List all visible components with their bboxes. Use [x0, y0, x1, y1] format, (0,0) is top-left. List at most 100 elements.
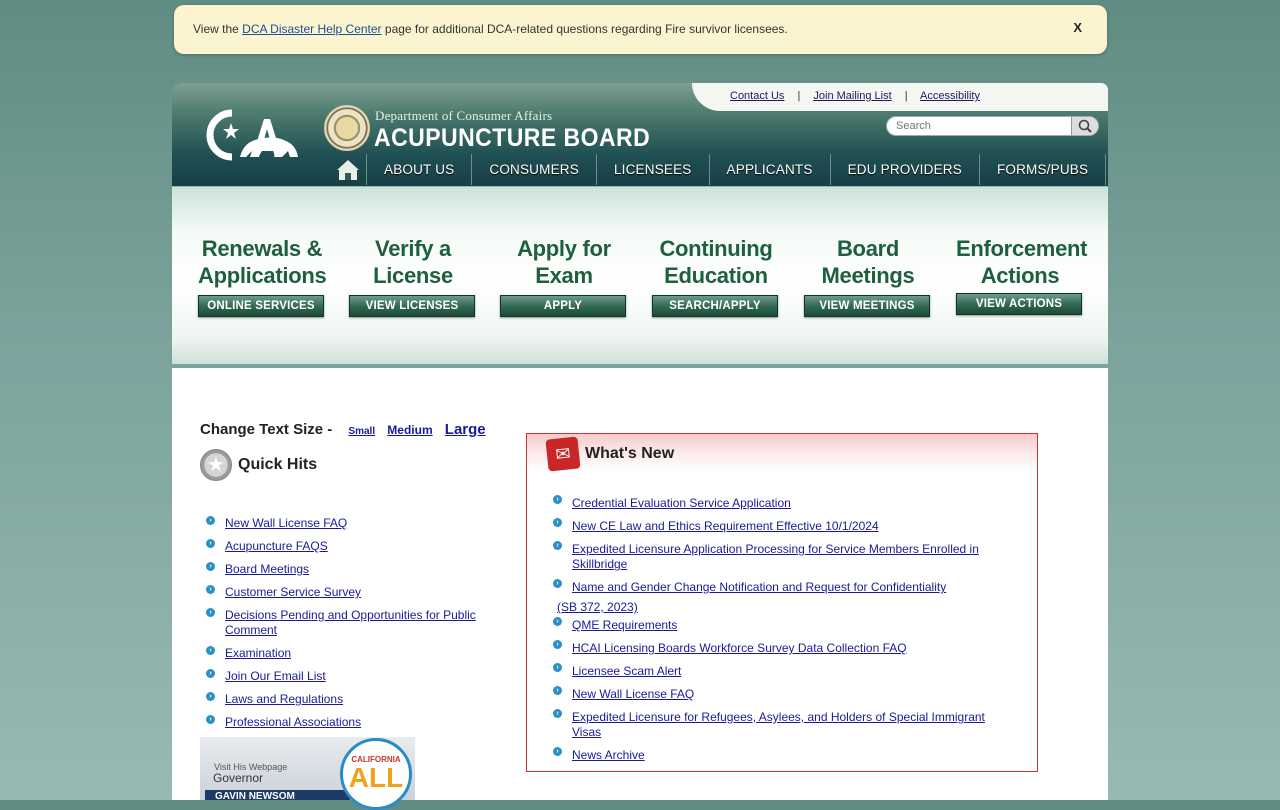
search-icon [1078, 119, 1092, 133]
tile-line2: Education [664, 263, 768, 288]
governor-name: GAVIN NEWSOM [205, 790, 350, 800]
tile-line1: Apply for [517, 236, 611, 261]
view-actions-button[interactable]: VIEW ACTIONS [956, 293, 1082, 315]
chevron-right-icon: › [206, 646, 215, 655]
contact-us-link[interactable]: Contact Us [730, 90, 784, 102]
news-link[interactable]: News Archive [572, 748, 645, 762]
governor-label: Governor [213, 771, 264, 785]
quick-hit-link[interactable]: Join Our Email List [225, 669, 326, 683]
text-size-large-link[interactable]: Large [445, 421, 486, 438]
main-nav: ABOUT US CONSUMERS LICENSEES APPLICANTS … [322, 154, 1107, 185]
list-item: › News Archive [553, 747, 1017, 763]
tile-verify-license[interactable]: Verify a License VIEW LICENSES [349, 235, 477, 317]
search-apply-button[interactable]: SEARCH/APPLY [652, 295, 778, 317]
quick-hit-link[interactable]: Acupuncture FAQS [225, 539, 328, 553]
tile-continuing-education[interactable]: Continuing Education SEARCH/APPLY [652, 235, 780, 317]
text-size-label: Change Text Size - [200, 421, 333, 438]
nav-applicants[interactable]: APPLICANTS [710, 154, 831, 185]
tile-line2: Applications [198, 263, 327, 288]
whats-new-title: What's New [585, 445, 675, 462]
text-size-medium-link[interactable]: Medium [387, 423, 432, 437]
whats-new-header: ✉ What's New [527, 434, 1037, 472]
news-link[interactable]: Expedited Licensure for Refugees, Asylee… [572, 710, 985, 739]
text-size-control: Change Text Size - Small Medium Large [200, 421, 486, 438]
online-services-button[interactable]: ONLINE SERVICES [198, 295, 324, 317]
chevron-right-icon: › [206, 715, 215, 724]
ca-gov-logo-icon[interactable] [204, 105, 299, 165]
news-link[interactable]: Name and Gender Change Notification and … [572, 580, 946, 594]
quick-hit-link[interactable]: New Wall License FAQ [225, 516, 347, 530]
separator: | [904, 90, 908, 102]
nav-edu-providers[interactable]: EDU PROVIDERS [831, 154, 980, 185]
quick-hit-link[interactable]: Customer Service Survey [225, 585, 361, 599]
view-licenses-button[interactable]: VIEW LICENSES [349, 295, 475, 317]
apply-button[interactable]: APPLY [500, 295, 626, 317]
view-meetings-button[interactable]: VIEW MEETINGS [804, 295, 930, 317]
utility-bar: Contact Us | Join Mailing List | Accessi… [692, 83, 1108, 111]
chevron-right-icon: › [206, 669, 215, 678]
board-name: ACUPUNCTURE BOARD [374, 124, 651, 152]
tile-line1: Board [836, 236, 900, 261]
join-mailing-list-link[interactable]: Join Mailing List [813, 90, 891, 102]
tile-line2: Exam [535, 263, 593, 288]
list-item: › Decisions Pending and Opportunities for… [200, 608, 500, 638]
accessibility-link[interactable]: Accessibility [920, 90, 980, 102]
quick-hit-link[interactable]: Examination [225, 646, 291, 660]
list-item: › Examination [200, 646, 500, 661]
quick-hit-link[interactable]: Board Meetings [225, 562, 309, 576]
home-icon [337, 160, 359, 180]
news-link[interactable]: Expedited Licensure Application Processi… [572, 542, 979, 571]
quick-hit-link[interactable]: Decisions Pending and Opportunities for … [225, 608, 476, 637]
nav-consumers[interactable]: CONSUMERS [472, 154, 597, 185]
nav-forms-pubs[interactable]: FORMS/PUBS [980, 154, 1107, 185]
list-item: › Expedited Licensure Application Process… [553, 541, 1017, 572]
chevron-right-icon: › [206, 608, 215, 617]
news-link[interactable]: New CE Law and Ethics Requirement Effect… [572, 519, 879, 533]
quick-hit-link[interactable]: Laws and Regulations [225, 692, 343, 706]
chevron-right-icon: › [206, 539, 215, 548]
chevron-right-icon: › [553, 541, 562, 550]
news-link[interactable]: QME Requirements [572, 618, 677, 632]
state-seal-icon [324, 105, 370, 151]
tile-apply-exam[interactable]: Apply for Exam APPLY [500, 235, 628, 317]
tile-board-meetings[interactable]: Board Meetings VIEW MEETINGS [804, 235, 932, 317]
whats-new-list: › Credential Evaluation Service Applicati… [553, 495, 1017, 771]
list-item: › Credential Evaluation Service Applicati… [553, 495, 1017, 511]
star-icon: ★ [200, 449, 232, 481]
news-link-continuation[interactable]: (SB 372, 2023) [557, 600, 1017, 615]
list-item: › New Wall License FAQ [200, 516, 500, 531]
california-all-badge-icon: CALIFORNIA ALL [340, 738, 412, 810]
quick-links-band: Renewals & Applications ONLINE SERVICES … [172, 187, 1108, 364]
tile-line2: Meetings [821, 263, 915, 288]
nav-about-us[interactable]: ABOUT US [367, 154, 473, 185]
news-link[interactable]: HCAI Licensing Boards Workforce Survey D… [572, 641, 907, 655]
main-content: Change Text Size - Small Medium Large ★ … [172, 368, 1108, 810]
search-input[interactable] [894, 119, 1068, 133]
tile-renewals[interactable]: Renewals & Applications ONLINE SERVICES [198, 235, 327, 317]
news-link[interactable]: New Wall License FAQ [572, 687, 694, 701]
list-item: › Laws and Regulations [200, 692, 500, 707]
tile-line1: Enforcement [956, 236, 1088, 261]
department-name: Department of Consumer Affairs [375, 108, 553, 123]
nav-home[interactable] [322, 154, 367, 185]
governor-banner[interactable]: Visit His Webpage Governor GAVIN NEWSOM … [200, 737, 415, 810]
search-button[interactable] [1071, 117, 1098, 135]
tile-enforcement-actions[interactable]: Enforcement Actions VIEW ACTIONS [956, 235, 1088, 315]
chevron-right-icon: › [206, 516, 215, 525]
text-size-small-link[interactable]: Small [348, 426, 375, 437]
disaster-help-link[interactable]: DCA Disaster Help Center [242, 22, 381, 36]
alert-message: View the DCA Disaster Help Center page f… [193, 22, 788, 36]
quick-hit-link[interactable]: Professional Associations [225, 715, 361, 729]
chevron-right-icon: › [553, 640, 562, 649]
alert-banner: View the DCA Disaster Help Center page f… [174, 5, 1107, 54]
chevron-right-icon: › [553, 663, 562, 672]
alert-close-button[interactable]: X [1073, 20, 1082, 35]
news-link[interactable]: Licensee Scam Alert [572, 664, 681, 678]
chevron-right-icon: › [553, 617, 562, 626]
list-item: › QME Requirements [553, 617, 1017, 633]
nav-licensees[interactable]: LICENSEES [597, 154, 710, 185]
news-link[interactable]: Credential Evaluation Service Applicatio… [572, 496, 791, 510]
whats-new-panel: ✉ What's New › Credential Evaluation Serv… [526, 433, 1038, 772]
list-item: › Join Our Email List [200, 669, 500, 684]
chevron-right-icon: › [206, 562, 215, 571]
